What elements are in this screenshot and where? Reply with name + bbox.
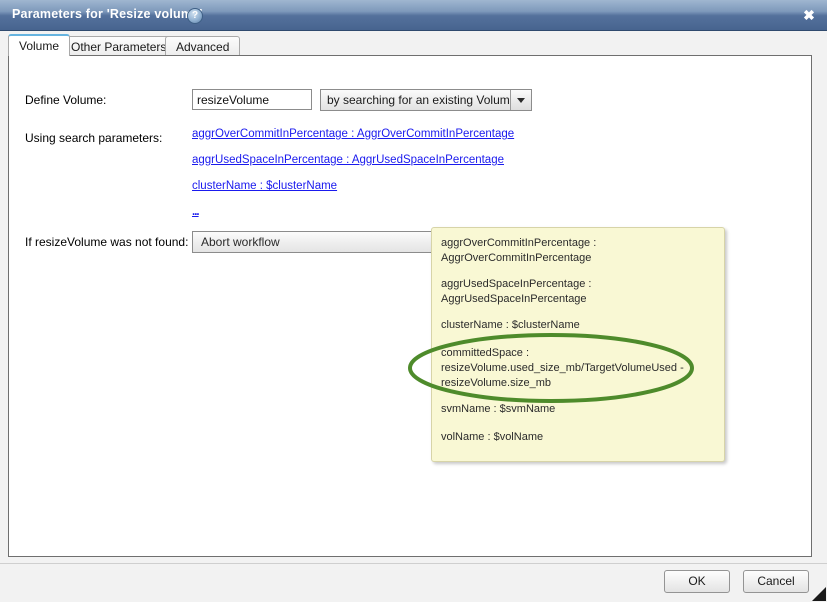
chevron-down-icon[interactable] xyxy=(510,90,531,110)
search-parameters-tooltip: aggrOverCommitInPercentage : AggrOverCom… xyxy=(431,227,725,462)
search-parameter-link[interactable]: aggrOverCommitInPercentage : AggrOverCom… xyxy=(192,128,514,140)
ok-button[interactable]: OK xyxy=(664,570,730,593)
define-method-select[interactable]: by searching for an existing Volume xyxy=(320,89,532,111)
tab-strip: Volume Other Parameters Advanced xyxy=(0,31,827,56)
tooltip-entry: aggrOverCommitInPercentage : AggrOverCom… xyxy=(441,237,597,264)
tooltip-entry: clusterName : $clusterName xyxy=(441,319,580,331)
dialog-titlebar: Parameters for 'Resize volume' ? ✖ xyxy=(0,0,827,31)
not-found-label: If resizeVolume was not found: xyxy=(25,235,189,249)
define-volume-label: Define Volume: xyxy=(25,93,107,107)
tooltip-entry: aggrUsedSpaceInPercentage : AggrUsedSpac… xyxy=(441,278,592,305)
search-parameters-list: aggrOverCommitInPercentage : AggrOverCom… xyxy=(192,128,612,218)
help-circle-icon[interactable]: ? xyxy=(187,8,203,24)
dialog-title: Parameters for 'Resize volume' xyxy=(12,7,203,21)
not-found-action-value: Abort workflow xyxy=(201,235,280,249)
tooltip-entry: svmName : $svmName xyxy=(441,403,556,415)
tab-volume[interactable]: Volume xyxy=(8,34,71,56)
search-parameter-link[interactable]: aggrUsedSpaceInPercentage : AggrUsedSpac… xyxy=(192,154,504,166)
resize-grip-icon[interactable] xyxy=(812,587,826,601)
search-parameters-label: Using search parameters: xyxy=(25,131,163,145)
search-parameters-more-link[interactable]: ... xyxy=(192,206,200,218)
search-parameter-link[interactable]: clusterName : $clusterName xyxy=(192,180,337,192)
tooltip-entry: volName : $volName xyxy=(441,431,544,443)
parameters-dialog: Parameters for 'Resize volume' ? ✖ Volum… xyxy=(0,0,827,602)
footer-separator xyxy=(0,563,827,564)
cancel-button[interactable]: Cancel xyxy=(743,570,809,593)
tooltip-entry-committed-space: committedSpace : resizeVolume.used_size_… xyxy=(441,347,684,389)
close-icon[interactable]: ✖ xyxy=(800,6,818,24)
define-method-value: by searching for an existing Volume xyxy=(327,93,517,107)
volume-name-input[interactable] xyxy=(192,89,312,110)
tab-other-parameters[interactable]: Other Parameters xyxy=(60,36,178,56)
tab-advanced[interactable]: Advanced xyxy=(165,36,241,56)
